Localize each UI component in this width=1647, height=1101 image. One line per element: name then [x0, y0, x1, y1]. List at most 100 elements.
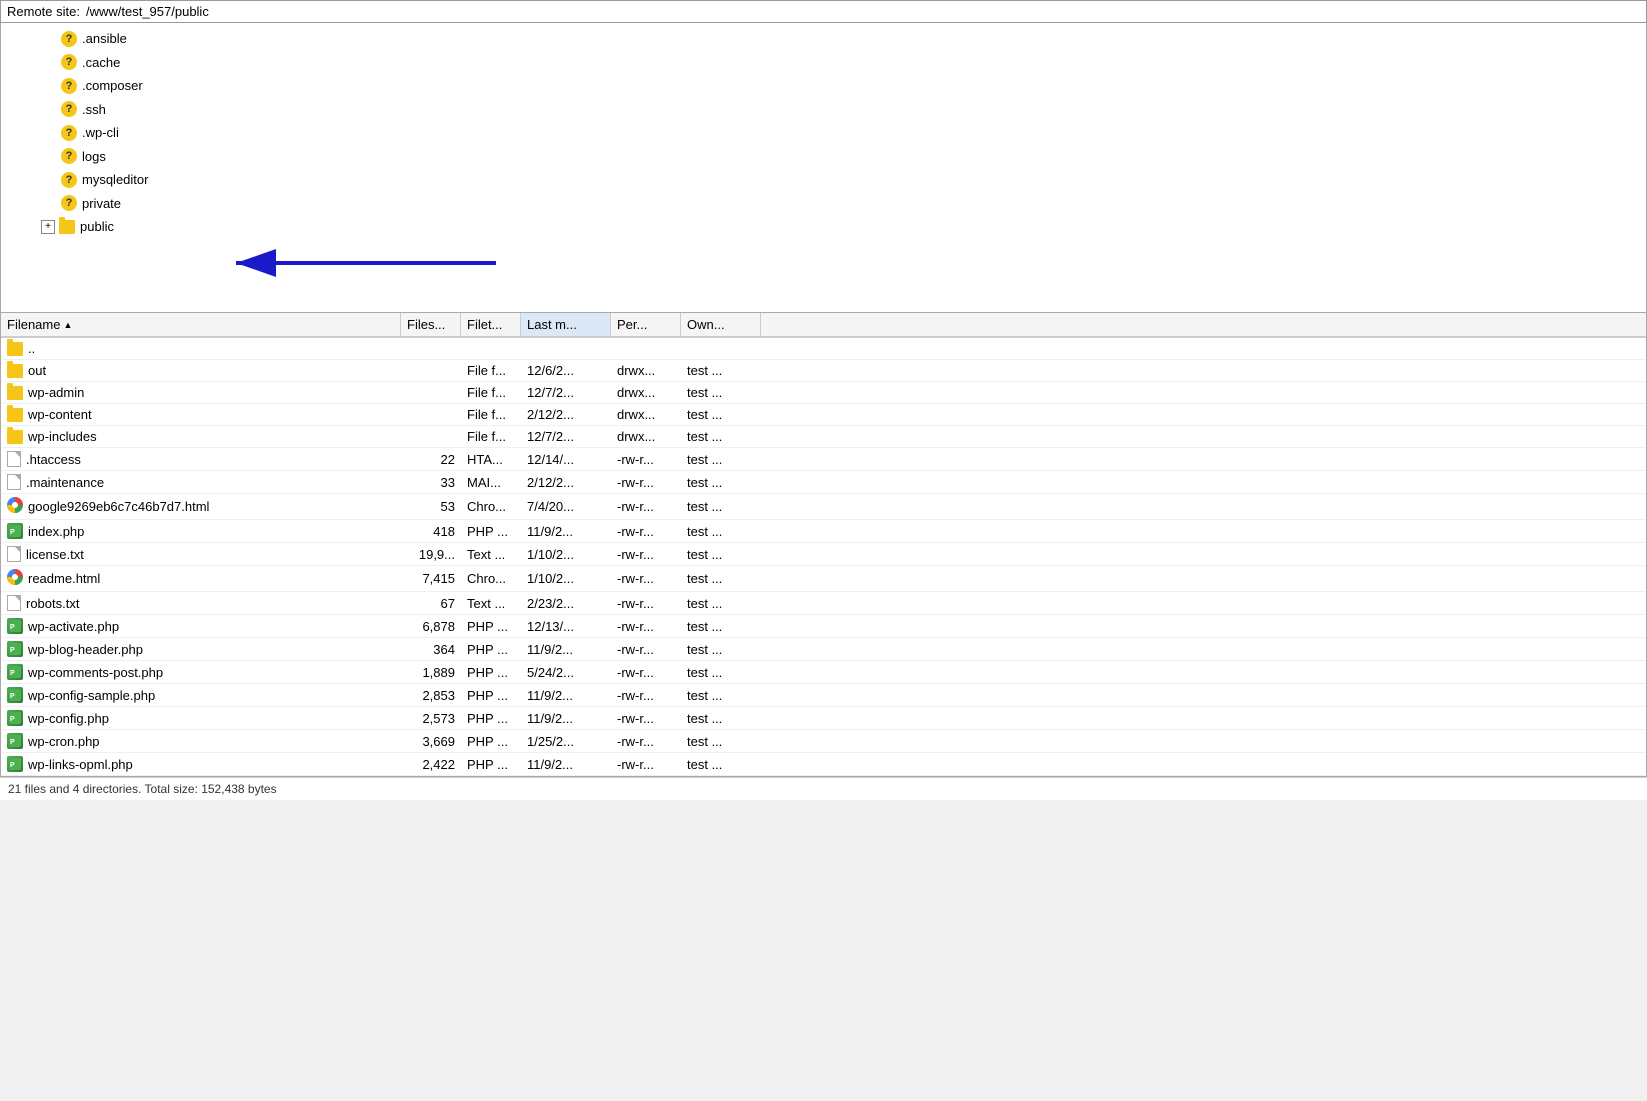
file-row[interactable]: P index.php418PHP ...11/9/2...-rw-r...te… [1, 520, 1646, 543]
chrome-icon [7, 497, 23, 516]
cell-filetype: MAI... [461, 473, 521, 492]
cell-lastmod: 11/9/2... [521, 522, 611, 541]
tree-item-ansible[interactable]: ?.ansible [1, 27, 1646, 51]
tree-item-ssh[interactable]: ?.ssh [1, 98, 1646, 122]
file-row[interactable]: readme.html7,415Chro...1/10/2...-rw-r...… [1, 566, 1646, 592]
cell-perm: drwx... [611, 383, 681, 402]
col-header-owner[interactable]: Own... [681, 313, 761, 336]
tree-item-private[interactable]: ?private [1, 192, 1646, 216]
filename-text: .htaccess [26, 452, 81, 467]
cell-owner: test ... [681, 473, 761, 492]
folder-icon [7, 386, 23, 400]
expand-btn-public[interactable]: + [41, 220, 55, 234]
cell-filetype: PHP ... [461, 709, 521, 728]
file-row[interactable]: P wp-cron.php3,669PHP ...1/25/2...-rw-r.… [1, 730, 1646, 753]
file-row[interactable]: P wp-comments-post.php1,889PHP ...5/24/2… [1, 661, 1646, 684]
file-row[interactable]: outFile f...12/6/2...drwx...test ... [1, 360, 1646, 382]
file-row[interactable]: .htaccess22HTA...12/14/...-rw-r...test .… [1, 448, 1646, 471]
tree-item-name-ssh: .ssh [82, 100, 106, 120]
file-row[interactable]: P wp-activate.php6,878PHP ...12/13/...-r… [1, 615, 1646, 638]
file-row[interactable]: wp-adminFile f...12/7/2...drwx...test ..… [1, 382, 1646, 404]
cell-filename: P wp-blog-header.php [1, 639, 401, 659]
cell-perm: -rw-r... [611, 594, 681, 613]
file-row[interactable]: .maintenance33MAI...2/12/2...-rw-r...tes… [1, 471, 1646, 494]
tree-item-cache[interactable]: ?.cache [1, 51, 1646, 75]
cell-filesize: 33 [401, 473, 461, 492]
cell-filesize: 2,853 [401, 686, 461, 705]
cell-perm: -rw-r... [611, 755, 681, 774]
file-icon [7, 474, 21, 490]
col-header-filetype[interactable]: Filet... [461, 313, 521, 336]
col-header-lastmod[interactable]: Last m... [521, 313, 611, 336]
tree-panel: ?.ansible?.cache?.composer?.ssh?.wp-cli?… [0, 23, 1647, 313]
folder-icon [7, 430, 23, 444]
cell-perm: -rw-r... [611, 569, 681, 588]
col-header-filename[interactable]: Filename ▲ [1, 313, 401, 336]
filename-text: wp-content [28, 407, 92, 422]
file-row[interactable]: google9269eb6c7c46b7d7.html53Chro...7/4/… [1, 494, 1646, 520]
cell-filetype [461, 347, 521, 351]
tree-item-logs[interactable]: ?logs [1, 145, 1646, 169]
cell-lastmod: 11/9/2... [521, 755, 611, 774]
cell-filetype: File f... [461, 383, 521, 402]
filename-text: wp-admin [28, 385, 84, 400]
cell-filesize: 22 [401, 450, 461, 469]
cell-lastmod: 2/12/2... [521, 405, 611, 424]
question-icon-mysqleditor: ? [61, 172, 77, 188]
cell-perm [611, 347, 681, 351]
cell-owner: test ... [681, 594, 761, 613]
cell-perm: -rw-r... [611, 450, 681, 469]
cell-filetype: PHP ... [461, 732, 521, 751]
folder-icon [7, 342, 23, 356]
cell-filename: wp-content [1, 405, 401, 424]
file-row[interactable]: P wp-config-sample.php2,853PHP ...11/9/2… [1, 684, 1646, 707]
file-row[interactable]: license.txt19,9...Text ...1/10/2...-rw-r… [1, 543, 1646, 566]
tree-item-mysqleditor[interactable]: ?mysqleditor [1, 168, 1646, 192]
svg-text:P: P [10, 529, 15, 536]
file-row[interactable]: robots.txt67Text ...2/23/2...-rw-r...tes… [1, 592, 1646, 615]
column-headers: Filename ▲ Files... Filet... Last m... P… [1, 313, 1646, 338]
cell-filename: robots.txt [1, 593, 401, 613]
file-icon [7, 546, 21, 562]
file-row[interactable]: P wp-links-opml.php2,422PHP ...11/9/2...… [1, 753, 1646, 776]
cell-lastmod: 12/13/... [521, 617, 611, 636]
question-icon-cache: ? [61, 54, 77, 70]
cell-filetype: Chro... [461, 569, 521, 588]
tree-item-name-wpcli: .wp-cli [82, 123, 119, 143]
cell-perm: -rw-r... [611, 640, 681, 659]
cell-owner: test ... [681, 663, 761, 682]
file-row[interactable]: wp-includesFile f...12/7/2...drwx...test… [1, 426, 1646, 448]
file-row[interactable]: wp-contentFile f...2/12/2...drwx...test … [1, 404, 1646, 426]
cell-filetype: HTA... [461, 450, 521, 469]
cell-filesize [401, 391, 461, 395]
cell-filetype: File f... [461, 405, 521, 424]
tree-item-composer[interactable]: ?.composer [1, 74, 1646, 98]
cell-lastmod [521, 347, 611, 351]
cell-filesize: 418 [401, 522, 461, 541]
cell-owner [681, 347, 761, 351]
cell-perm: -rw-r... [611, 663, 681, 682]
cell-filetype: PHP ... [461, 522, 521, 541]
cell-filesize [401, 435, 461, 439]
filename-text: wp-activate.php [28, 619, 119, 634]
filename-text: wp-comments-post.php [28, 665, 163, 680]
file-row[interactable]: P wp-config.php2,573PHP ...11/9/2...-rw-… [1, 707, 1646, 730]
cell-filename: .htaccess [1, 449, 401, 469]
filename-text: robots.txt [26, 596, 79, 611]
remote-site-path: /www/test_957/public [86, 4, 1640, 19]
cell-filesize: 2,422 [401, 755, 461, 774]
cell-owner: test ... [681, 617, 761, 636]
col-header-filesize[interactable]: Files... [401, 313, 461, 336]
arrow-annotation [81, 235, 501, 295]
filename-text: wp-cron.php [28, 734, 100, 749]
file-row[interactable]: .. [1, 338, 1646, 360]
cell-filesize: 1,889 [401, 663, 461, 682]
cell-filesize: 3,669 [401, 732, 461, 751]
col-header-perm[interactable]: Per... [611, 313, 681, 336]
cell-filename: P wp-activate.php [1, 616, 401, 636]
filename-text: google9269eb6c7c46b7d7.html [28, 499, 209, 514]
tree-item-wpcli[interactable]: ?.wp-cli [1, 121, 1646, 145]
file-row[interactable]: P wp-blog-header.php364PHP ...11/9/2...-… [1, 638, 1646, 661]
chrome-icon [7, 569, 23, 588]
cell-filename: wp-admin [1, 383, 401, 402]
